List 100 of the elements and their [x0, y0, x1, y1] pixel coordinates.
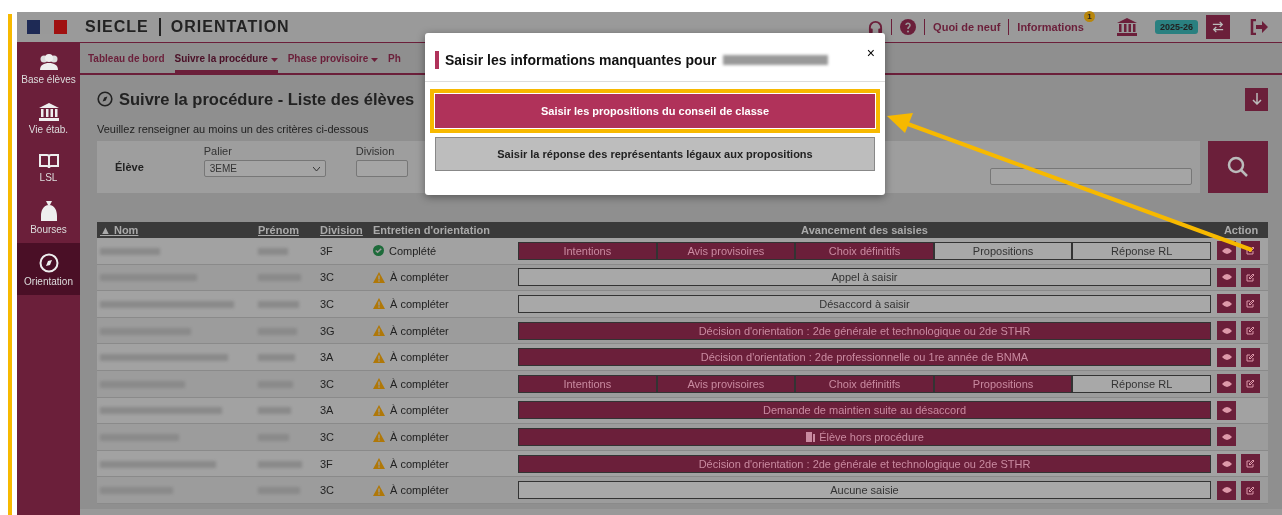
field-label: Division [355, 145, 396, 157]
warning-icon [373, 298, 385, 310]
dialog-title: Saisir les informations manquantes pour [445, 52, 717, 68]
sidebar-item[interactable]: Base élèves [21, 74, 76, 85]
view-button[interactable] [1217, 321, 1236, 341]
progress-step: Avis provisoires [656, 241, 796, 260]
column-header: Action [1223, 224, 1259, 236]
progress-step: Réponse RL [1072, 374, 1211, 393]
edit-button[interactable] [1241, 267, 1260, 287]
information-link[interactable]: Informations [1017, 21, 1084, 33]
blurred-first-name [258, 407, 291, 415]
eye-icon [1221, 327, 1232, 334]
status-text: À compléter [390, 298, 449, 310]
edit-button[interactable] [1241, 294, 1260, 314]
warning-icon [373, 484, 385, 496]
edit-button[interactable] [1241, 321, 1260, 341]
swap-arrows-icon [1212, 21, 1224, 33]
status-text: À compléter [390, 404, 449, 417]
search-icon [1227, 156, 1249, 178]
column-header[interactable]: ▲ Nom [100, 224, 139, 236]
school-year-tag: 2025-26 [1154, 20, 1198, 34]
nav-tab[interactable]: Phase provisoire [287, 43, 379, 73]
logout-icon[interactable] [1250, 19, 1268, 35]
criteria-hint: Veuillez renseigner au moins un des critères ci-dessous [97, 123, 370, 135]
whats-new-link[interactable]: Quoi de neuf [933, 21, 1001, 33]
progress-step: Choix définitifs [795, 374, 934, 393]
blurred-first-name [258, 354, 295, 362]
view-button[interactable] [1217, 267, 1236, 287]
field-label: Palier [203, 145, 233, 157]
column-header: Avancement des saisies [801, 224, 928, 236]
people-icon [37, 53, 60, 71]
progress-step: Propositions [933, 374, 1073, 393]
eye-icon [1221, 433, 1232, 440]
view-button[interactable] [1217, 427, 1236, 447]
warning-icon [373, 351, 385, 363]
edit-icon [1246, 459, 1255, 469]
bank-icon[interactable] [1116, 18, 1137, 36]
nav-tab[interactable]: Ph [388, 43, 401, 73]
edit-button[interactable] [1241, 454, 1260, 474]
division-field[interactable] [355, 160, 408, 177]
warning-icon [373, 458, 385, 470]
progress-step: Réponse RL [1072, 241, 1211, 260]
progress-status: Demande de maintien suite au désaccord [518, 401, 1211, 420]
edit-button[interactable] [1241, 347, 1260, 367]
nav-tab[interactable]: Suivre la procédure [174, 43, 278, 73]
edit-icon [1246, 326, 1255, 336]
progress-status: Décision d'orientation : 2de générale et technologique ou 2de STHR [518, 321, 1211, 340]
status-text: À compléter [390, 457, 449, 470]
edit-icon [1246, 299, 1255, 309]
eye-icon [1221, 301, 1232, 307]
view-button[interactable] [1217, 374, 1236, 394]
headset-icon[interactable] [868, 19, 884, 35]
division-cell: 3C [320, 484, 335, 497]
download-button[interactable] [1245, 87, 1268, 111]
close-button[interactable]: × [866, 45, 875, 61]
edit-button[interactable] [1241, 374, 1260, 394]
app-name: ORIENTATION [158, 18, 290, 36]
help-icon[interactable] [900, 19, 917, 35]
view-button[interactable] [1217, 347, 1236, 367]
caret-icon [371, 57, 379, 62]
eye-icon [1221, 380, 1232, 387]
division-cell: 3F [320, 457, 333, 470]
caret-icon [270, 57, 278, 62]
progress-step: Intentions [518, 374, 657, 393]
chevron-icon [312, 166, 320, 171]
status-text: À compléter [390, 484, 449, 497]
warning-icon [373, 325, 385, 337]
sidebar-item[interactable]: Orientation [24, 276, 73, 287]
nav-tab[interactable]: Tableau de bord [88, 43, 165, 73]
status-text: À compléter [390, 351, 449, 364]
view-button[interactable] [1217, 400, 1236, 420]
input-field[interactable] [990, 167, 1192, 185]
progress-step: Choix définitifs [795, 241, 934, 260]
status-text: À compléter [390, 324, 449, 337]
division-cell: 3G [320, 324, 335, 337]
progress-step: Intentions [518, 241, 657, 260]
switch-button[interactable] [1206, 15, 1230, 39]
progress-step: Avis provisoires [656, 374, 796, 393]
edit-icon [1246, 485, 1255, 495]
dialog-button[interactable]: Saisir la réponse des représentants légaux aux propositions [435, 137, 875, 171]
progress-step: Propositions [933, 241, 1073, 260]
division-cell: 3F [320, 244, 333, 257]
edit-button[interactable] [1241, 480, 1260, 500]
view-button[interactable] [1217, 480, 1236, 500]
view-button[interactable] [1217, 294, 1236, 314]
sidebar-item[interactable]: LSL [39, 172, 58, 183]
warning-icon [373, 378, 385, 390]
check-circle-icon [373, 245, 384, 257]
sidebar-item[interactable]: Vie étab. [28, 124, 69, 135]
progress-status: Décision d'orientation : 2de générale et technologique ou 2de STHR [518, 454, 1211, 473]
level-select[interactable]: 3EME [203, 160, 326, 177]
compass-icon [38, 253, 59, 273]
edit-icon [1246, 352, 1255, 362]
edit-icon [1246, 272, 1255, 282]
eye-icon [1221, 407, 1232, 414]
sidebar-item[interactable]: Bourses [30, 224, 67, 235]
eye-icon [1221, 247, 1232, 254]
bag-icon [40, 201, 57, 221]
search-button[interactable] [1208, 141, 1268, 193]
view-button[interactable] [1217, 454, 1236, 474]
